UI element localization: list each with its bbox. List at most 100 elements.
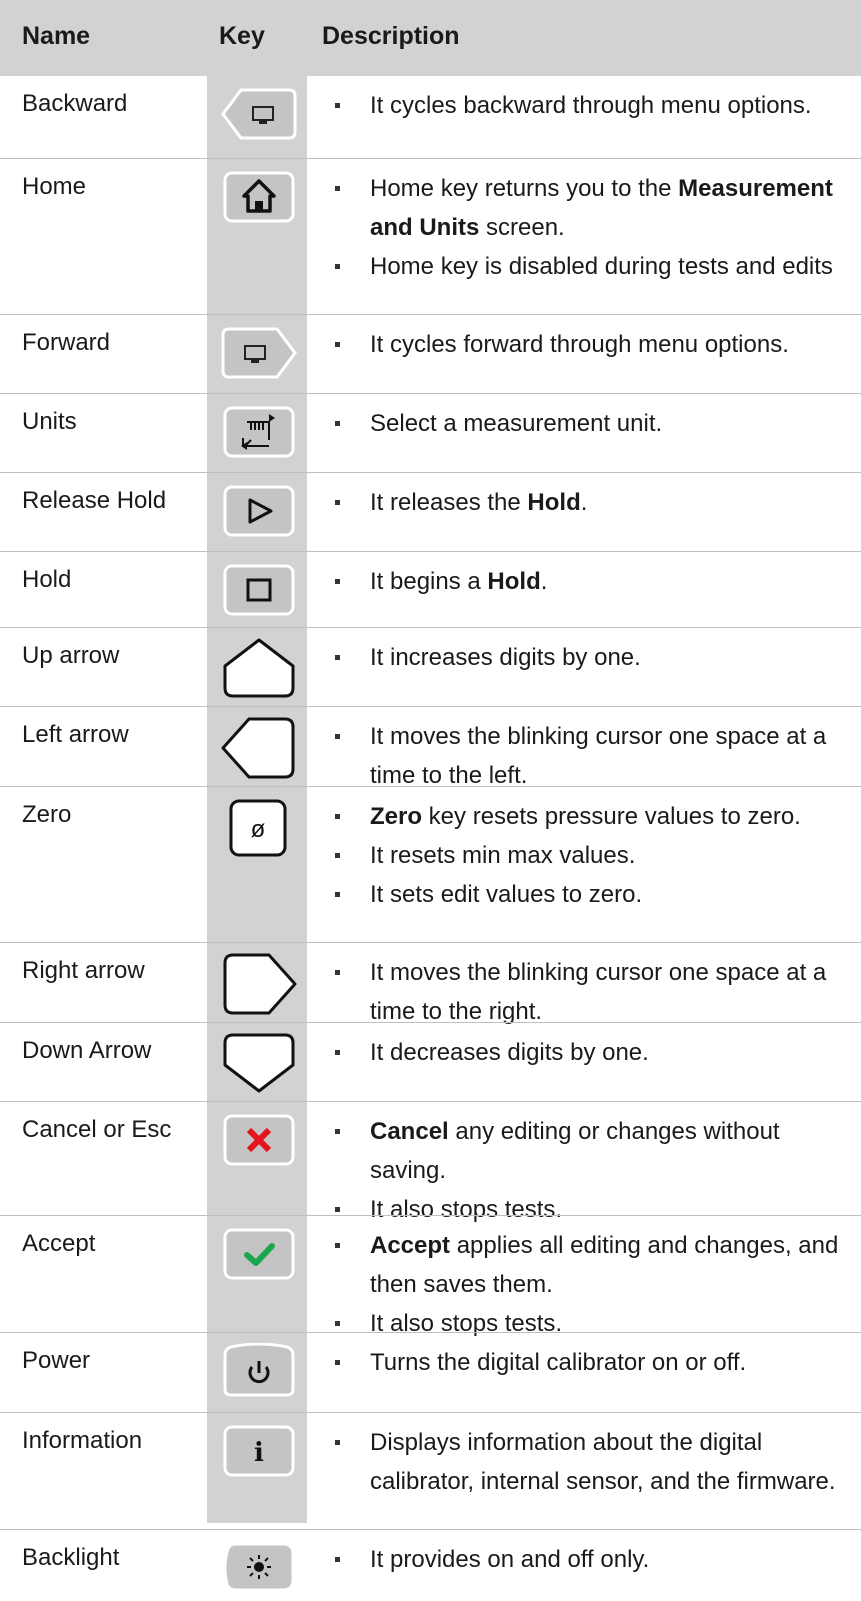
zero-key-icon: ø: [219, 797, 299, 859]
row-description: It provides on and off only.: [335, 1540, 853, 1579]
text-segment: key resets pressure values to zero.: [422, 803, 801, 830]
header-key: Key: [219, 22, 265, 50]
row-name: Down Arrow: [22, 1037, 152, 1064]
table-row: Home Home key returns you to the Measurem…: [0, 158, 861, 314]
backlight-key-icon: [219, 1540, 299, 1596]
text-segment: screen.: [479, 214, 565, 241]
text-segment: It begins a: [370, 568, 488, 595]
key-cell: [207, 628, 307, 706]
bullet-item: It provides on and off only.: [335, 1540, 853, 1579]
text-segment: It cycles backward through menu options.: [370, 92, 812, 119]
bullet-item: It moves the blinking cursor one space a…: [335, 717, 853, 795]
table-row: Down Arrow It decreases digits by one.: [0, 1022, 861, 1101]
bullet-item: Cancel any editing or changes without sa…: [335, 1112, 853, 1190]
header-description: Description: [322, 22, 460, 50]
key-cell: [207, 1023, 307, 1101]
row-description: Select a measurement unit.: [335, 404, 853, 443]
text-segment: It moves the blinking cursor one space a…: [370, 959, 827, 1025]
row-name: Home: [22, 173, 87, 200]
key-cell: [207, 1333, 307, 1412]
backward-key-icon: [219, 86, 299, 142]
key-cell: i: [207, 1413, 307, 1529]
row-description: Zero key resets pressure values to zero.…: [335, 797, 853, 914]
svg-text:ø: ø: [251, 816, 266, 843]
row-name: Zero: [22, 801, 72, 828]
row-description: It moves the blinking cursor one space a…: [335, 717, 853, 795]
row-name: Cancel or Esc: [22, 1116, 172, 1143]
bullet-item: It cycles backward through menu options.: [335, 86, 853, 125]
bullet-item: It begins a Hold.: [335, 562, 853, 601]
text-segment: Select a measurement unit.: [370, 410, 663, 437]
bullet-item: It sets edit values to zero.: [335, 875, 853, 914]
text-segment: Home key is disabled during tests and ed…: [370, 253, 833, 280]
row-name: Hold: [22, 566, 72, 593]
table-row: Forward It cycles forward through menu o…: [0, 314, 861, 393]
table-row: Hold It begins a Hold.: [0, 551, 861, 627]
text-segment: .: [540, 568, 548, 595]
table-row: Left arrow It moves the blinking cursor o…: [0, 706, 861, 789]
svg-text:i: i: [254, 1438, 264, 1468]
power-key-icon: [219, 1343, 299, 1399]
table-row: Backward It cycles backward through menu…: [0, 76, 861, 158]
text-segment: It decreases digits by one.: [370, 1039, 649, 1066]
row-name: Accept: [22, 1230, 96, 1257]
bold-term: Cancel: [370, 1118, 449, 1145]
bold-term: Accept: [370, 1232, 451, 1259]
row-name: Units: [22, 408, 77, 435]
key-cell: ø: [207, 787, 307, 942]
text-segment: Home key returns you to the: [370, 175, 679, 202]
text-segment: Turns the digital calibrator on or off.: [370, 1349, 747, 1376]
bullet-item: Displays information about the digital c…: [335, 1423, 853, 1501]
row-name: Power: [22, 1347, 91, 1374]
home-key-icon: [219, 169, 299, 225]
header-name: Name: [22, 22, 91, 50]
right-arrow-key-icon: [219, 953, 299, 1015]
row-name: Backward: [22, 90, 128, 117]
row-description: It releases the Hold.: [335, 483, 853, 522]
bullet-item: Select a measurement unit.: [335, 404, 853, 443]
row-name: Information: [22, 1427, 143, 1454]
row-description: It begins a Hold.: [335, 562, 853, 601]
bold-term: Zero: [370, 803, 423, 830]
forward-key-icon: [219, 325, 299, 381]
table-row: Release Hold It releases the Hold.: [0, 472, 861, 551]
row-description: Turns the digital calibrator on or off.: [335, 1343, 853, 1382]
bullet-item: It moves the blinking cursor one space a…: [335, 953, 853, 1031]
row-name: Up arrow: [22, 642, 120, 669]
table-row: Zero ø Zero key resets pressure values to …: [0, 786, 861, 942]
info-key-icon: i: [219, 1423, 299, 1479]
row-name: Left arrow: [22, 721, 129, 748]
key-cell: [207, 707, 307, 786]
key-cell: [207, 315, 307, 393]
bullet-item: Turns the digital calibrator on or off.: [335, 1343, 853, 1382]
key-cell: [207, 159, 307, 314]
text-segment: It provides on and off only.: [370, 1546, 650, 1573]
key-cell: [207, 943, 307, 1022]
bullet-item: Zero key resets pressure values to zero.: [335, 797, 853, 836]
left-arrow-key-icon: [219, 717, 299, 779]
text-segment: It sets edit values to zero.: [370, 881, 643, 908]
row-description: It moves the blinking cursor one space a…: [335, 953, 853, 1031]
table-row: Units Select a measurement unit.: [0, 393, 861, 472]
key-cell: [207, 552, 307, 627]
down-arrow-key-icon: [219, 1033, 299, 1095]
bullet-item: Accept applies all editing and changes, …: [335, 1226, 853, 1304]
row-description: It cycles forward through menu options.: [335, 325, 853, 364]
units-key-icon: [219, 404, 299, 460]
row-name: Forward: [22, 329, 111, 356]
row-name: Release Hold: [22, 487, 167, 514]
row-description: It increases digits by one.: [335, 638, 853, 677]
table-row: Up arrow It increases digits by one.: [0, 627, 861, 706]
row-description: Home key returns you to the Measurement …: [335, 169, 853, 286]
table-row: Right arrow It moves the blinking cursor …: [0, 942, 861, 1025]
row-name: Right arrow: [22, 957, 145, 984]
bullet-item: It decreases digits by one.: [335, 1033, 853, 1072]
row-description: Cancel any editing or changes without sa…: [335, 1112, 853, 1229]
table-row: Backlight It provides on and off only.: [0, 1529, 861, 1601]
bullet-item: It resets min max values.: [335, 836, 853, 875]
bullet-item: It cycles forward through menu options.: [335, 325, 853, 364]
table-body: Backward It cycles backward through menu…: [0, 76, 861, 1601]
row-name: Backlight: [22, 1544, 120, 1571]
bullet-item: Home key is disabled during tests and ed…: [335, 247, 853, 286]
key-cell: [207, 1216, 307, 1332]
